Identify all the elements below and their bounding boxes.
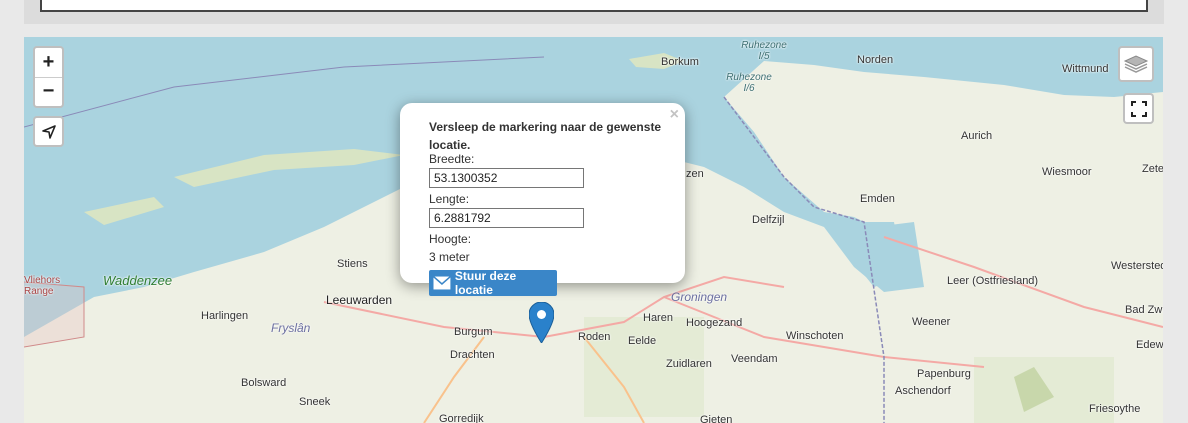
place-label: Vliehors Range: [24, 275, 61, 297]
place-label: zen: [686, 168, 704, 180]
place-label: Aschendorf: [895, 385, 951, 397]
place-label: Bolsward: [241, 377, 287, 389]
place-label: Hoogezand: [686, 317, 743, 329]
navigation-arrow-icon: [41, 124, 56, 139]
place-label: Zete: [1142, 163, 1163, 175]
place-label: Westersted: [1111, 260, 1163, 272]
longitude-input[interactable]: [429, 208, 584, 228]
address-input[interactable]: [40, 0, 1148, 12]
place-label: Groningen: [671, 290, 728, 304]
place-label: Veendam: [731, 353, 778, 365]
layers-button[interactable]: [1118, 46, 1154, 82]
place-label: Ruhezone I/6: [726, 72, 772, 94]
place-label: Gorredijk: [439, 413, 484, 423]
altitude-value: 3 meter: [429, 250, 470, 264]
place-label: Papenburg: [917, 368, 971, 380]
place-label: Borkum: [661, 56, 699, 68]
place-label: Weener: [912, 316, 951, 328]
map-marker-icon[interactable]: [529, 302, 554, 343]
place-label: Drachten: [450, 349, 495, 361]
send-location-button[interactable]: Stuur deze locatie: [429, 269, 557, 297]
place-label: Leer (Ostfriesland): [947, 275, 1039, 287]
longitude-label: Lengte:: [429, 192, 470, 206]
place-label: Ruhezone I/5: [741, 40, 787, 62]
altitude-label: Hoogte:: [429, 232, 472, 246]
place-label: Winschoten: [786, 330, 844, 342]
fullscreen-icon: [1130, 100, 1147, 117]
place-label: Edewe: [1136, 339, 1163, 351]
place-label: Norden: [857, 54, 894, 66]
place-label: Leeuwarden: [326, 293, 393, 307]
place-label: Wiesmoor: [1042, 166, 1092, 178]
zoom-control: + −: [33, 46, 64, 108]
place-label: Roden: [578, 331, 611, 343]
envelope-icon: [433, 276, 451, 290]
place-label: Harlingen: [201, 310, 249, 322]
location-popup: × Versleep de markering naar de gewenste…: [400, 103, 685, 291]
layers-icon: [1123, 55, 1149, 73]
place-label: Burgum: [454, 326, 493, 338]
place-label: Delfzijl: [752, 214, 785, 226]
place-label: Aurich: [961, 130, 993, 142]
place-label: Eelde: [628, 335, 657, 347]
place-label: Gieten: [700, 414, 733, 423]
popup-title: Versleep de markering naar de gewenste l…: [429, 120, 662, 152]
place-label: Stiens: [337, 258, 368, 270]
locate-button[interactable]: [33, 116, 64, 147]
place-label: Zuidlaren: [666, 358, 712, 370]
place-label: Sneek: [299, 396, 331, 408]
latitude-input[interactable]: [429, 168, 584, 188]
place-label: Friesoythe: [1089, 403, 1141, 415]
place-label: Haren: [643, 312, 673, 324]
latitude-label: Breedte:: [429, 152, 475, 166]
place-label: Fryslân: [271, 321, 311, 335]
zoom-out-button[interactable]: −: [35, 78, 62, 107]
place-label: Waddenzee: [103, 273, 173, 288]
zoom-in-button[interactable]: +: [35, 48, 62, 78]
fullscreen-button[interactable]: [1123, 93, 1154, 124]
map-view[interactable]: Borkum Norden Wittmund Aurich Wiesmoor Zete Em…: [24, 37, 1163, 423]
place-label: Wittmund: [1062, 63, 1109, 75]
place-label: Emden: [860, 193, 895, 205]
place-label: Bad Zwis: [1125, 304, 1163, 316]
send-location-label: Stuur deze locatie: [454, 269, 517, 297]
